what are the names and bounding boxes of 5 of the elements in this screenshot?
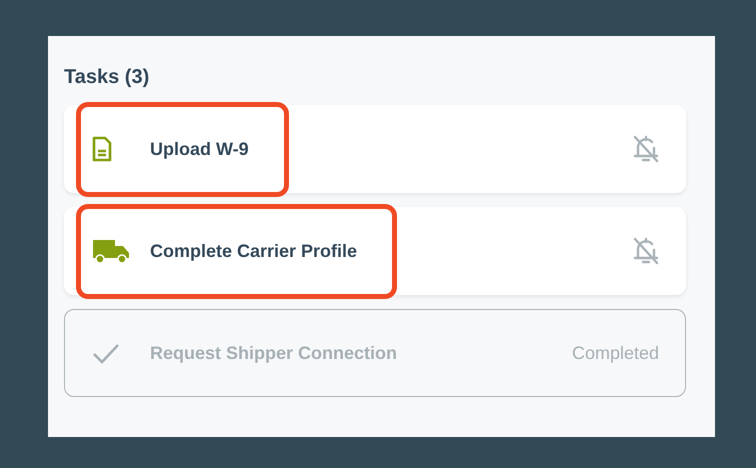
panel-title: Tasks (3)	[64, 65, 150, 90]
status-label: Completed	[572, 342, 659, 365]
task-title: Upload W-9	[150, 138, 249, 161]
task-title: Complete Carrier Profile	[150, 240, 358, 263]
task-title: Request Shipper Connection	[150, 342, 398, 365]
